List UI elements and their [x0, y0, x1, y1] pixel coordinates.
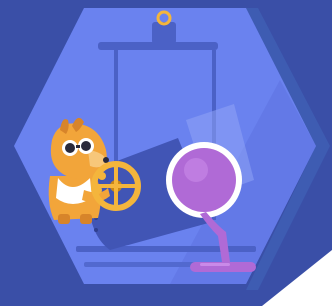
steering-wheel-icon	[91, 161, 141, 211]
illustration-canvas	[0, 0, 332, 306]
illustration-svg	[0, 0, 332, 306]
floor-rail	[76, 246, 256, 252]
molten-pool-highlight	[200, 263, 230, 266]
